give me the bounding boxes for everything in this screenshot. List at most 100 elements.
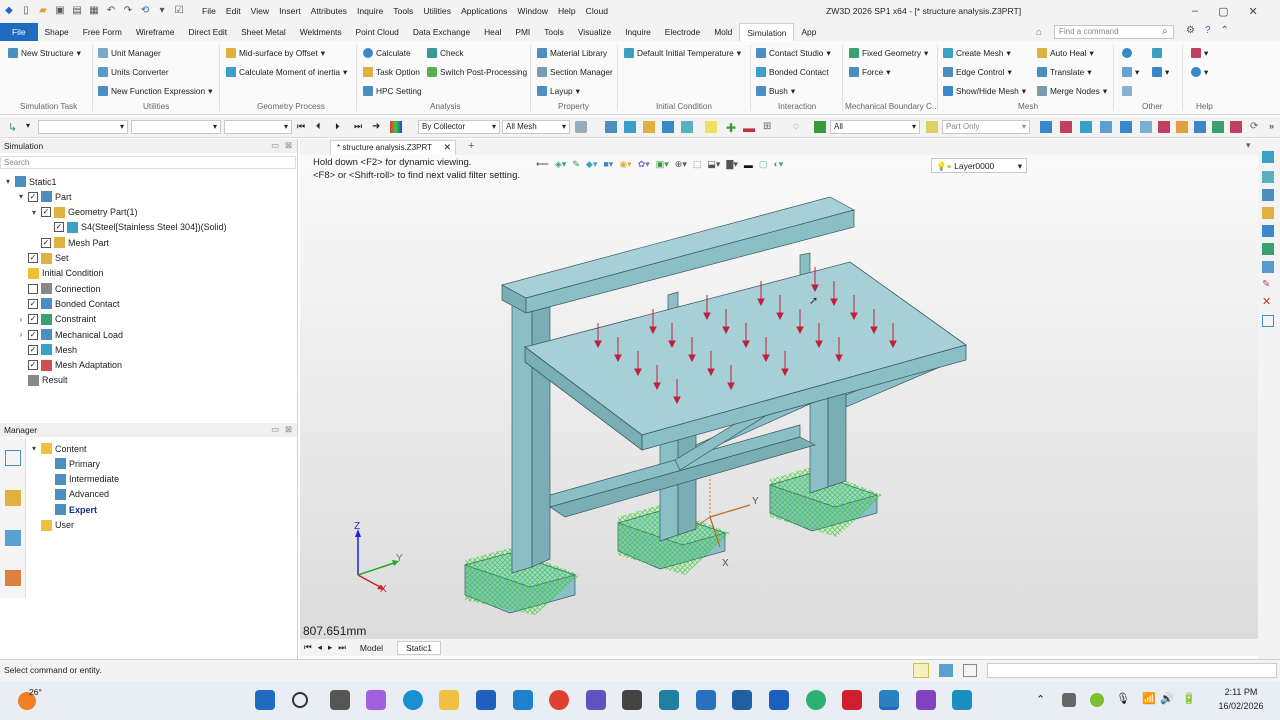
help-tool-1[interactable]: ▾ (1191, 48, 1208, 58)
close-panel-icon[interactable]: ⊠ (285, 424, 292, 434)
status-tool-1[interactable] (913, 663, 929, 678)
tab-data-exchange[interactable]: Data Exchange (406, 23, 477, 41)
taskbar-search-icon[interactable] (292, 692, 308, 708)
filter-icon-4[interactable] (662, 121, 674, 133)
open-icon[interactable]: ▰ (36, 3, 50, 17)
auto-heal-button[interactable]: Auto Heal ▾ (1037, 48, 1094, 58)
training-icon[interactable] (5, 570, 21, 586)
units-converter-button[interactable]: Units Converter (98, 67, 169, 77)
filter-icon-1[interactable] (605, 121, 617, 133)
close-icon[interactable]: ✕ (1249, 5, 1258, 18)
graphics-viewport[interactable]: Hold down <F2> for dynamic viewing. <F8>… (300, 155, 1258, 639)
maximize-icon[interactable]: ▢ (1218, 5, 1228, 18)
add-tab-icon[interactable]: + (468, 140, 474, 152)
filter-icon-2[interactable] (624, 121, 636, 133)
tab-simulation[interactable]: Simulation (739, 23, 795, 41)
tray-chevron-icon[interactable]: ⌃ (1036, 693, 1045, 706)
snip-icon[interactable] (622, 690, 642, 710)
tree-item[interactable]: ✓ Bonded Contact (17, 296, 120, 311)
close-panel-icon[interactable]: ⊠ (285, 140, 292, 150)
tab-model[interactable]: Model (352, 642, 391, 654)
pin-icon[interactable]: ▭ (271, 424, 279, 434)
dropdown-icon[interactable]: ▾ (155, 3, 169, 17)
filter-icon-3[interactable] (643, 121, 655, 133)
expand-icon[interactable]: › (17, 330, 25, 339)
teams-icon[interactable] (586, 690, 606, 710)
tree-item[interactable]: ▾ ✓ Part (17, 189, 72, 204)
app-icon-7[interactable] (916, 690, 936, 710)
view-icon-1[interactable] (1040, 121, 1052, 133)
tree-checkbox[interactable]: ✓ (28, 344, 38, 355)
arrow-icon[interactable]: ➜ (372, 121, 384, 133)
right-tool-3[interactable] (1262, 189, 1274, 201)
unit-manager-button[interactable]: Unit Manager (98, 48, 161, 58)
volume-icon[interactable]: 🔊 (1160, 692, 1174, 705)
first-icon[interactable]: ⏮ (297, 121, 309, 133)
app-logo-icon[interactable]: ◆ (2, 3, 16, 17)
menu-utilities[interactable]: Utilities (423, 6, 451, 16)
manager-item[interactable]: Primary (44, 456, 100, 471)
redo-icon[interactable]: ↷ (121, 3, 135, 17)
pin-icon[interactable]: ▭ (271, 140, 279, 150)
status-tool-2[interactable] (939, 664, 953, 677)
right-delete-icon[interactable]: ✕ (1262, 295, 1271, 308)
refresh-icon[interactable]: ⟳ (1250, 121, 1262, 133)
right-tool-5[interactable] (1262, 225, 1274, 237)
default-temp-button[interactable]: Default Initial Temperature ▾ (624, 48, 741, 58)
tray-icon-2[interactable] (1090, 693, 1104, 707)
prev-icon[interactable]: ⏴ (316, 121, 328, 133)
calculate-button[interactable]: Calculate (363, 48, 411, 58)
menu-help[interactable]: Help (558, 6, 576, 16)
manager-item[interactable]: Advanced (44, 487, 109, 502)
view-icon-7[interactable] (1158, 121, 1170, 133)
filter-list-icon[interactable] (814, 121, 826, 133)
minimize-icon[interactable]: – (1192, 5, 1198, 18)
view-icon-11[interactable] (1230, 121, 1242, 133)
other-tool-4[interactable]: ▾ (1152, 67, 1169, 77)
save-icon[interactable]: ▣ (53, 3, 67, 17)
tab-weldments[interactable]: Weldments (293, 23, 349, 41)
tree-item[interactable]: ✓ Mesh Part (30, 235, 109, 250)
collector-dropdown[interactable]: By Collector ▾ (418, 120, 500, 134)
app-icon-1[interactable] (659, 690, 679, 710)
new-file-icon[interactable]: ▯ (19, 3, 33, 17)
other-tool-2[interactable] (1152, 48, 1162, 58)
other-tool-1[interactable] (1122, 48, 1132, 58)
next-icon[interactable]: ⏵ (335, 121, 347, 133)
task-option-button[interactable]: Task Option (363, 67, 420, 77)
right-tool-7[interactable] (1262, 261, 1274, 273)
app-icon-3[interactable] (732, 690, 752, 710)
calc-moment-button[interactable]: Calculate Moment of inertia ▾ (226, 67, 347, 77)
manager-item[interactable]: ▾ Content (30, 441, 87, 456)
tab-file[interactable]: File (0, 23, 38, 41)
tree-search-input[interactable]: Search (0, 156, 296, 169)
tab-inquire[interactable]: Inquire (618, 23, 658, 41)
menu-view[interactable]: View (251, 6, 269, 16)
midsurface-button[interactable]: Mid-surface by Offset ▾ (226, 48, 325, 58)
color-icon[interactable] (390, 121, 402, 133)
regen-icon[interactable]: ⟲ (138, 3, 152, 17)
image-library-icon[interactable] (5, 530, 21, 546)
tab-tools[interactable]: Tools (537, 23, 571, 41)
tab-shape[interactable]: Shape (38, 23, 76, 41)
battery-icon[interactable]: 🔋 (1182, 692, 1196, 705)
filter-dropdown-3[interactable]: ▾ (224, 120, 292, 134)
new-structure-button[interactable]: New Structure ▾ (8, 48, 81, 58)
tree-item[interactable]: ✓ S4(Steel[Stainless Steel 304])(Solid) (43, 220, 227, 235)
bush-button[interactable]: Bush ▾ (756, 86, 795, 96)
section-manager-button[interactable]: Section Manager (537, 67, 613, 77)
view-icon-6[interactable] (1140, 121, 1152, 133)
remove-icon[interactable]: ▬ (743, 121, 755, 135)
more-icon[interactable]: » (1269, 121, 1280, 133)
edge-control-button[interactable]: Edge Control ▾ (943, 67, 1012, 77)
menu-tools[interactable]: Tools (393, 6, 413, 16)
expand-icon[interactable]: ▾ (30, 444, 38, 453)
pick-icon[interactable]: ↳ (8, 121, 20, 134)
tab-heal[interactable]: Heal (477, 23, 508, 41)
last-tab-icon[interactable]: ⏭ (338, 642, 346, 653)
clock-time[interactable]: 2:11 PM (1216, 687, 1266, 697)
tree-item[interactable]: › ✓ Mechanical Load (17, 327, 123, 342)
tab-visualize[interactable]: Visualize (571, 23, 618, 41)
view-icon-10[interactable] (1212, 121, 1224, 133)
close-tab-icon[interactable]: ✕ (443, 142, 451, 153)
